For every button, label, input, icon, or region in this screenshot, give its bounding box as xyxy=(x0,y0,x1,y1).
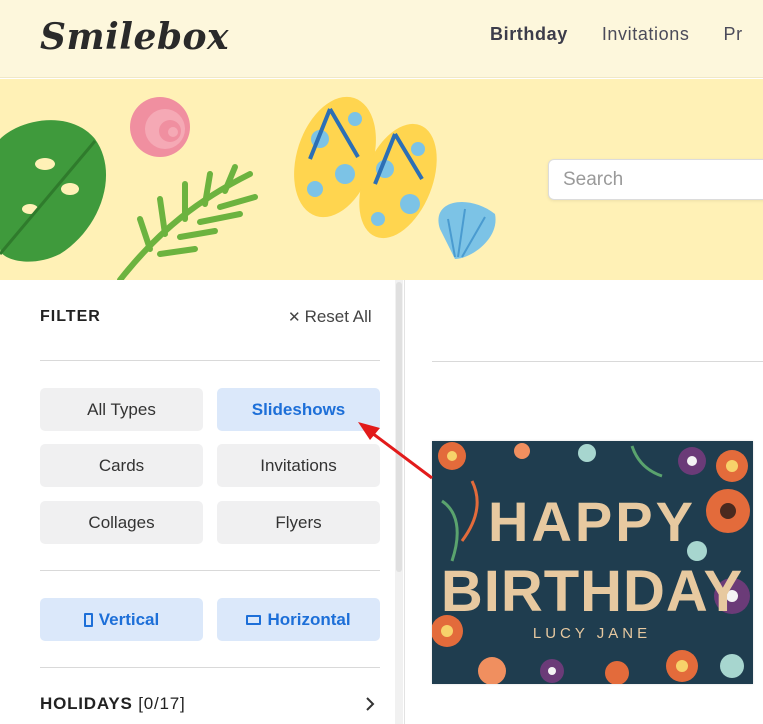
chip-flyers[interactable]: Flyers xyxy=(217,501,380,544)
divider xyxy=(40,360,380,361)
flip-flops-icon xyxy=(294,96,437,239)
holidays-count: [0/17] xyxy=(138,694,186,713)
chip-collages[interactable]: Collages xyxy=(40,501,203,544)
close-icon: ✕ xyxy=(288,309,301,326)
chip-cards[interactable]: Cards xyxy=(40,444,203,487)
orientation-vertical-button[interactable]: Vertical xyxy=(40,598,203,641)
horizontal-label: Horizontal xyxy=(267,609,351,629)
chip-all-types[interactable]: All Types xyxy=(40,388,203,431)
vertical-orientation-icon xyxy=(83,612,93,627)
vertical-label: Vertical xyxy=(98,609,160,629)
card-line2: BIRTHDAY xyxy=(441,559,743,624)
holidays-filter-toggle[interactable]: HOLIDAYS [0/17] xyxy=(40,694,186,714)
holidays-label: HOLIDAYS xyxy=(40,694,133,713)
nav-birthday[interactable]: Birthday xyxy=(490,24,568,45)
birthday-card-thumbnail[interactable]: HAPPY BIRTHDAY LUCY JANE xyxy=(432,441,753,684)
orientation-horizontal-button[interactable]: Horizontal xyxy=(217,598,380,641)
nav-invitations[interactable]: Invitations xyxy=(602,24,690,45)
palm-leaf-icon xyxy=(117,164,258,280)
horizontal-orientation-icon xyxy=(246,614,262,625)
monstera-leaf-icon xyxy=(0,120,107,262)
chip-invitations[interactable]: Invitations xyxy=(217,444,380,487)
reset-all-label: Reset All xyxy=(304,307,372,326)
search-box[interactable] xyxy=(548,159,763,200)
card-artwork: HAPPY BIRTHDAY LUCY JANE xyxy=(432,441,753,684)
chevron-right-icon[interactable] xyxy=(362,695,378,713)
card-name: LUCY JANE xyxy=(533,625,651,642)
top-header: Smilebox Birthday Invitations Pr xyxy=(0,0,763,78)
card-line1: HAPPY xyxy=(488,490,696,553)
reset-all-button[interactable]: ✕ Reset All xyxy=(288,307,372,327)
seashell-icon xyxy=(130,97,190,157)
chip-slideshows[interactable]: Slideshows xyxy=(217,388,380,431)
filter-title: FILTER xyxy=(40,308,101,325)
search-input[interactable] xyxy=(549,160,763,199)
sidebar-scrollbar-thumb[interactable] xyxy=(396,282,402,572)
divider xyxy=(40,667,380,668)
smilebox-logo[interactable]: Smilebox xyxy=(40,16,229,58)
nav-pr[interactable]: Pr xyxy=(723,24,742,45)
content-divider xyxy=(432,361,763,362)
divider xyxy=(40,570,380,571)
main-nav: Birthday Invitations Pr xyxy=(490,24,763,45)
blue-shell-icon xyxy=(438,202,496,259)
